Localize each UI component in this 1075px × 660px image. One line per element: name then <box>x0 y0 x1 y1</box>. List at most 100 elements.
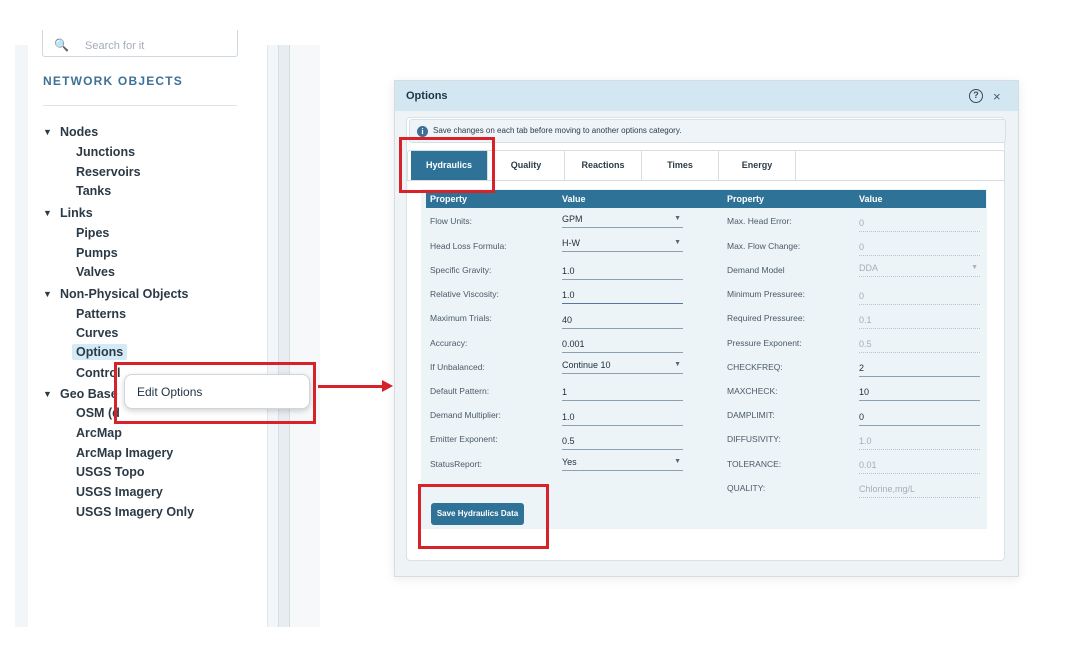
tree-item-tanks[interactable]: Tanks <box>76 184 111 198</box>
demand-model-value: DDA <box>859 263 879 273</box>
chevron-down-icon: ▼ <box>674 215 681 222</box>
info-bar: i Save changes on each tab before moving… <box>409 119 1006 143</box>
default-pattern-value: 1 <box>562 387 568 397</box>
tab-energy[interactable]: Energy <box>719 151 796 180</box>
diffusivity-value: 1.0 <box>859 436 872 446</box>
section-title: NETWORK OBJECTS <box>43 74 184 88</box>
highlight-save-button <box>418 484 549 549</box>
label-emitter-exponent: Emitter Exponent: <box>430 434 498 444</box>
tree-item-pipes[interactable]: Pipes <box>76 226 109 240</box>
tree-item-curves[interactable]: Curves <box>76 326 118 340</box>
pressure-exponent-input: 0.5 <box>859 337 980 353</box>
label-specific-gravity: Specific Gravity: <box>430 265 492 275</box>
highlight-hydraulics-tab <box>399 137 495 193</box>
pressure-exponent-value: 0.5 <box>859 339 872 349</box>
label-tolerance: TOLERANCE: <box>727 459 782 469</box>
label-head-loss-formula: Head Loss Formula: <box>430 241 507 251</box>
header-property-right: Property <box>727 194 765 204</box>
if-unbalanced-select[interactable]: Continue 10 ▼ <box>562 358 683 374</box>
caret-down-icon[interactable]: ▼ <box>43 127 52 137</box>
highlight-edit-options <box>114 362 316 424</box>
tree-item-reservoirs[interactable]: Reservoirs <box>76 165 141 179</box>
label-relative-viscosity: Relative Viscosity: <box>430 289 499 299</box>
required-pressure-input: 0.1 <box>859 313 980 329</box>
damplimit-input[interactable]: 0 <box>859 410 980 426</box>
demand-multiplier-input[interactable]: 1.0 <box>562 410 683 426</box>
demand-multiplier-value: 1.0 <box>562 412 575 422</box>
minimum-pressure-value: 0 <box>859 291 865 301</box>
tree-item-nodes[interactable]: Nodes <box>60 125 98 139</box>
help-icon[interactable]: ? <box>969 89 983 103</box>
tree-item-junctions[interactable]: Junctions <box>76 145 135 159</box>
specific-gravity-value: 1.0 <box>562 266 575 276</box>
tab-times[interactable]: Times <box>642 151 719 180</box>
label-maxcheck: MAXCHECK: <box>727 386 778 396</box>
tab-reactions[interactable]: Reactions <box>565 151 642 180</box>
caret-down-icon[interactable]: ▼ <box>43 389 52 399</box>
maximum-trials-input[interactable]: 40 <box>562 313 683 329</box>
tree-item-arcmap[interactable]: ArcMap <box>76 426 122 440</box>
tree-item-arcmap-imagery[interactable]: ArcMap Imagery <box>76 446 173 460</box>
specific-gravity-input[interactable]: 1.0 <box>562 264 683 280</box>
tree-item-valves[interactable]: Valves <box>76 265 115 279</box>
if-unbalanced-value: Continue 10 <box>562 360 611 370</box>
accuracy-value: 0.001 <box>562 339 585 349</box>
label-default-pattern: Default Pattern: <box>430 386 490 396</box>
tolerance-input: 0.01 <box>859 458 980 474</box>
label-minimum-pressure: Minimum Pressuree: <box>727 289 805 299</box>
tolerance-value: 0.01 <box>859 460 877 470</box>
header-value-right: Value <box>859 194 883 204</box>
tree-item-patterns[interactable]: Patterns <box>76 307 126 321</box>
tab-quality[interactable]: Quality <box>488 151 565 180</box>
search-input[interactable] <box>85 39 225 52</box>
minimum-pressure-input: 0 <box>859 289 980 305</box>
tree-item-pumps[interactable]: Pumps <box>76 246 118 260</box>
flow-units-value: GPM <box>562 214 583 224</box>
diffusivity-input: 1.0 <box>859 434 980 450</box>
dialog-title: Options <box>406 90 448 102</box>
emitter-exponent-input[interactable]: 0.5 <box>562 434 683 450</box>
tree-item-usgs-imagery-only[interactable]: USGS Imagery Only <box>76 505 194 519</box>
status-report-select[interactable]: Yes ▼ <box>562 455 683 471</box>
label-quality: QUALITY: <box>727 483 766 493</box>
relative-viscosity-input[interactable]: 1.0 <box>562 288 683 304</box>
max-flow-change-value: 0 <box>859 242 865 252</box>
panel-scrollbar[interactable] <box>278 45 290 627</box>
tree-item-geo-base[interactable]: Geo Base <box>60 387 118 401</box>
label-damplimit: DAMPLIMIT: <box>727 410 775 420</box>
label-pressure-exponent: Pressure Exponent: <box>727 338 802 348</box>
checkfreq-input[interactable]: 2 <box>859 361 980 377</box>
maxcheck-input[interactable]: 10 <box>859 385 980 401</box>
head-loss-formula-select[interactable]: H-W ▼ <box>562 236 683 252</box>
maximum-trials-value: 40 <box>562 315 573 325</box>
header-property-left: Property <box>430 194 468 204</box>
head-loss-formula-value: H-W <box>562 238 580 248</box>
default-pattern-input[interactable]: 1 <box>562 385 683 401</box>
header-value-left: Value <box>562 194 586 204</box>
max-head-error-input: 0 <box>859 216 980 232</box>
tree-item-links[interactable]: Links <box>60 206 93 220</box>
accuracy-input[interactable]: 0.001 <box>562 337 683 353</box>
info-text: Save changes on each tab before moving t… <box>433 126 682 135</box>
emitter-exponent-value: 0.5 <box>562 436 575 446</box>
label-checkfreq: CHECKFREQ: <box>727 362 783 372</box>
max-head-error-value: 0 <box>859 218 865 228</box>
close-icon[interactable]: × <box>993 89 1001 104</box>
panel-gutter <box>290 45 320 627</box>
relative-viscosity-value: 1.0 <box>562 290 575 300</box>
caret-down-icon[interactable]: ▼ <box>43 208 52 218</box>
tree-item-options[interactable]: Options <box>72 344 128 360</box>
tree-item-usgs-imagery[interactable]: USGS Imagery <box>76 485 163 499</box>
quality-input: Chlorine,mg/L <box>859 482 980 498</box>
chevron-down-icon: ▼ <box>674 239 681 246</box>
tree-item-non-physical-objects[interactable]: Non-Physical Objects <box>60 287 189 301</box>
flow-units-select[interactable]: GPM ▼ <box>562 212 683 228</box>
label-status-report: StatusReport: <box>430 459 482 469</box>
info-icon: i <box>417 126 428 137</box>
label-demand-multiplier: Demand Multiplier: <box>430 410 501 420</box>
tree-item-usgs-topo[interactable]: USGS Topo <box>76 465 145 479</box>
options-tabs: Hydraulics Quality Reactions Times Energ… <box>407 150 1005 181</box>
damplimit-value: 0 <box>859 412 865 422</box>
caret-down-icon[interactable]: ▼ <box>43 289 52 299</box>
max-flow-change-input: 0 <box>859 240 980 256</box>
